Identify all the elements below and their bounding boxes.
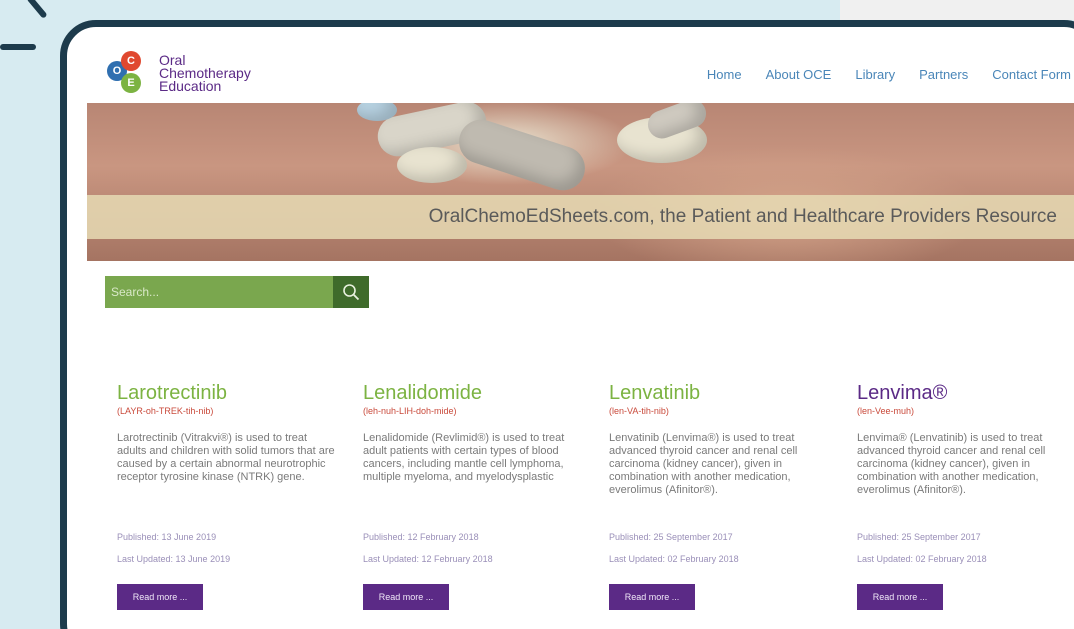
published-date: Published: 25 September 2017 [857,532,981,542]
logo[interactable]: O C E Oral Chemotherapy Education [107,49,251,97]
decorative-line [0,44,36,50]
read-more-button[interactable]: Read more ... [363,584,449,610]
updated-date: Last Updated: 12 February 2018 [363,554,493,564]
website: O C E Oral Chemotherapy Education Home A… [67,27,1074,629]
updated-date: Last Updated: 02 February 2018 [609,554,739,564]
article-card: Lenvima® (len-Vee-muh) Lenvima® (Lenvati… [857,381,1074,610]
article-title[interactable]: Lenalidomide [363,381,583,405]
hero-banner-image: OralChemoEdSheets.com, the Patient and H… [87,103,1074,261]
search-icon [343,284,360,301]
logo-mark: O C E [107,49,157,97]
article-description: Lenalidomide (Revlimid®) is used to trea… [363,432,565,483]
nav-contact[interactable]: Contact Form [992,67,1071,82]
nav-library[interactable]: Library [855,67,895,82]
article-description: Larotrectinib (Vitrakvi®) is used to tre… [117,432,335,483]
read-more-button[interactable]: Read more ... [857,584,943,610]
article-pronunciation: (leh-nuh-LIH-doh-mide) [363,406,457,416]
article-pronunciation: (len-Vee-muh) [857,406,915,416]
updated-date: Last Updated: 13 June 2019 [117,554,231,564]
read-more-button[interactable]: Read more ... [609,584,695,610]
logo-text: Oral Chemotherapy Education [159,53,251,94]
logo-letter-c: C [121,51,141,71]
published-date: Published: 12 February 2018 [363,532,479,542]
search-input[interactable] [105,276,333,308]
logo-line: Education [159,77,222,94]
read-more-button[interactable]: Read more ... [117,584,203,610]
article-title[interactable]: Lenvatinib [609,381,829,405]
article-title[interactable]: Larotrectinib [117,381,337,405]
search-button[interactable] [333,276,369,308]
tablet-image [397,147,467,183]
article-meta: Published: 25 September 2017 Last Update… [857,526,1074,570]
device-frame: O C E Oral Chemotherapy Education Home A… [60,20,1074,629]
main-nav: Home About OCE Library Partners Contact … [707,67,1071,82]
article-meta: Published: 12 February 2018 Last Updated… [363,526,583,570]
article-pronunciation: (LAYR-oh-TREK-tih-nib) [117,406,214,416]
article-meta: Published: 25 September 2017 Last Update… [609,526,829,570]
article-card: Lenalidomide (leh-nuh-LIH-doh-mide) Lena… [363,381,583,610]
nav-partners[interactable]: Partners [919,67,968,82]
decorative-line [26,0,48,19]
capsule-image [453,113,591,197]
published-date: Published: 13 June 2019 [117,532,217,542]
article-description: Lenvatinib (Lenvima®) is used to treat a… [609,432,798,496]
nav-home[interactable]: Home [707,67,742,82]
article-meta: Published: 13 June 2019 Last Updated: 13… [117,526,337,570]
hero-tagline-bar: OralChemoEdSheets.com, the Patient and H… [87,195,1074,239]
logo-letter-e: E [121,73,141,93]
article-title[interactable]: Lenvima® [857,381,1074,405]
background-panel [840,0,1074,20]
hero-tagline: OralChemoEdSheets.com, the Patient and H… [428,206,1057,227]
updated-date: Last Updated: 02 February 2018 [857,554,987,564]
published-date: Published: 25 September 2017 [609,532,733,542]
article-description: Lenvima® (Lenvatinib) is used to treat a… [857,432,1046,496]
article-card: Larotrectinib (LAYR-oh-TREK-tih-nib) Lar… [117,381,337,610]
article-pronunciation: (len-VA-tih-nib) [609,406,669,416]
nav-about[interactable]: About OCE [766,67,832,82]
article-card: Lenvatinib (len-VA-tih-nib) Lenvatinib (… [609,381,829,610]
search-bar [105,276,369,308]
